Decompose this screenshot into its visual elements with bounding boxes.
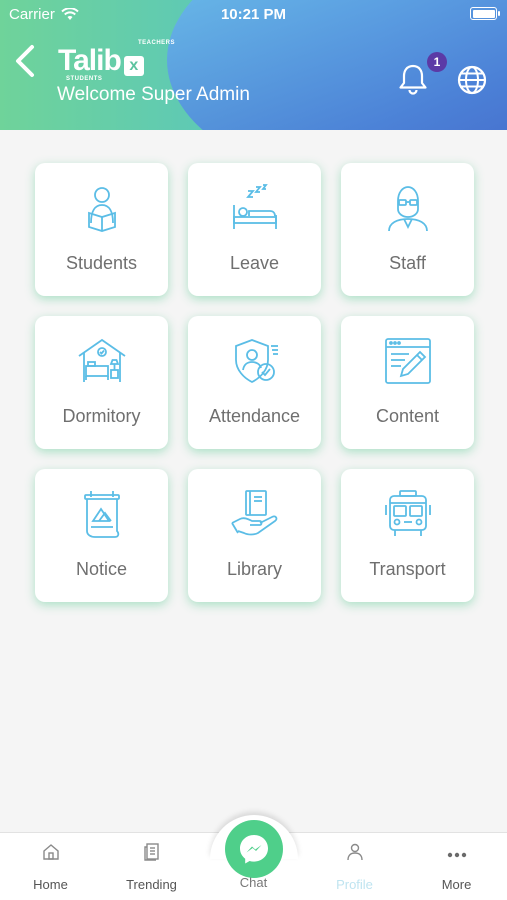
student-reading-icon [35, 183, 168, 233]
app-header: Carrier 10:21 PM Talib x TEACHERS STUDEN… [0, 0, 507, 130]
status-bar: Carrier 10:21 PM [0, 0, 507, 30]
attendance-shield-icon [188, 336, 321, 386]
tab-label: Trending [126, 877, 177, 892]
tab-trending[interactable]: Trending [101, 833, 202, 900]
status-time: 10:21 PM [220, 6, 287, 23]
document-icon [101, 843, 202, 861]
staff-person-icon [341, 183, 474, 233]
library-book-hand-icon [188, 489, 321, 539]
logo-tag-students: STUDENTS [66, 76, 103, 82]
tile-library[interactable]: Library [188, 469, 321, 602]
tile-attendance[interactable]: Attendance [188, 316, 321, 449]
notifications-button[interactable] [396, 62, 430, 96]
tile-label: Transport [369, 559, 446, 579]
chevron-left-icon [16, 45, 34, 77]
bus-icon [341, 489, 474, 539]
tab-home[interactable]: Home [0, 833, 101, 900]
app-logo: Talib x TEACHERS STUDENTS [58, 40, 175, 82]
chat-button[interactable] [225, 820, 283, 878]
language-button[interactable] [456, 64, 488, 96]
messenger-icon [240, 835, 268, 864]
tile-dormitory[interactable]: Dormitory [35, 316, 168, 449]
notice-board-icon [35, 489, 168, 539]
tile-label: Dormitory [62, 406, 141, 426]
person-icon [304, 843, 405, 861]
welcome-text: Welcome Super Admin [57, 84, 250, 105]
tile-label: Staff [389, 253, 426, 273]
logo-tag-teachers: TEACHERS [138, 40, 176, 46]
notification-badge: 1 [427, 52, 447, 72]
tab-label: Profile [336, 877, 373, 892]
tile-label: Content [375, 406, 440, 426]
tile-label: Notice [75, 559, 128, 579]
tile-content[interactable]: Content [341, 316, 474, 449]
content-edit-icon [341, 336, 474, 386]
back-button[interactable] [10, 42, 40, 80]
home-icon [0, 843, 101, 861]
tile-leave[interactable]: Leave [188, 163, 321, 296]
tab-more[interactable]: More [406, 833, 507, 900]
bell-icon [399, 64, 427, 95]
logo-wordmark: Talib [58, 44, 122, 77]
tab-profile[interactable]: Profile [304, 833, 405, 900]
tile-label: Library [226, 559, 283, 579]
tile-students[interactable]: Students [35, 163, 168, 296]
battery-icon [470, 7, 500, 20]
tile-transport[interactable]: Transport [341, 469, 474, 602]
tile-label: Attendance [208, 406, 301, 426]
tab-label: Home [33, 877, 68, 892]
tile-notice[interactable]: Notice [35, 469, 168, 602]
tile-label: Leave [229, 253, 280, 273]
sleeping-bed-icon [188, 183, 321, 233]
tab-chat-label: Chat [239, 875, 268, 890]
dormitory-house-icon [35, 336, 168, 386]
tile-staff[interactable]: Staff [341, 163, 474, 296]
more-dots-icon [406, 843, 507, 861]
logo-x-mark: x [123, 56, 144, 76]
globe-icon [457, 65, 487, 95]
tile-label: Students [65, 253, 138, 273]
tab-label: More [441, 877, 472, 892]
